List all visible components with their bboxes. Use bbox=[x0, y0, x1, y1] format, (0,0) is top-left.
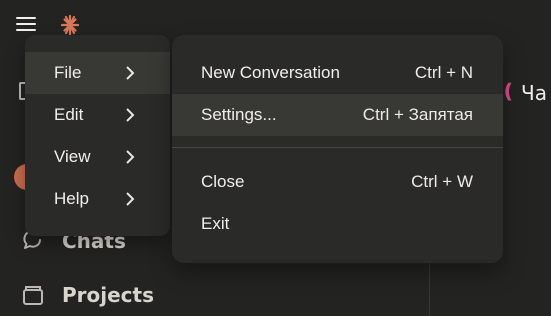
menu-item-view[interactable]: View bbox=[25, 136, 170, 178]
submenu-item-close[interactable]: Close Ctrl + W bbox=[172, 161, 503, 203]
menu-item-label: File bbox=[54, 63, 82, 82]
menu-item-label: Help bbox=[54, 189, 89, 208]
keyboard-shortcut: Ctrl + Запятая bbox=[362, 105, 473, 124]
submenu-item-exit[interactable]: Exit bbox=[172, 203, 503, 245]
chevron-right-icon bbox=[126, 150, 135, 164]
menu-separator bbox=[172, 147, 503, 148]
app-window: Chats Projects ❪ Ча File Edit View Help … bbox=[0, 0, 551, 316]
claude-logo-icon bbox=[60, 14, 80, 36]
sidebar-item-projects[interactable]: Projects bbox=[20, 282, 154, 308]
submenu-item-label: Exit bbox=[201, 214, 230, 233]
menu-item-file[interactable]: File bbox=[25, 52, 170, 94]
menu-item-label: Edit bbox=[54, 105, 84, 124]
conversation-title: Ча bbox=[521, 81, 547, 105]
app-menu: File Edit View Help bbox=[25, 35, 170, 236]
submenu-item-label: New Conversation bbox=[201, 63, 340, 82]
submenu-item-label: Settings... bbox=[201, 105, 277, 124]
submenu-item-new-conversation[interactable]: New Conversation Ctrl + N bbox=[172, 52, 503, 94]
chevron-right-icon bbox=[126, 66, 135, 80]
projects-icon bbox=[23, 286, 43, 305]
file-submenu: New Conversation Ctrl + N Settings... Ct… bbox=[172, 35, 503, 263]
chevron-right-icon bbox=[126, 108, 135, 122]
submenu-item-settings[interactable]: Settings... Ctrl + Запятая bbox=[172, 94, 503, 136]
keyboard-shortcut: Ctrl + N bbox=[414, 63, 473, 82]
menu-item-label: View bbox=[54, 147, 91, 166]
keyboard-shortcut: Ctrl + W bbox=[411, 172, 473, 191]
sidebar-item-label: Projects bbox=[62, 283, 155, 307]
menu-item-edit[interactable]: Edit bbox=[25, 94, 170, 136]
hamburger-icon[interactable] bbox=[16, 17, 36, 33]
submenu-item-label: Close bbox=[201, 172, 245, 191]
chevron-right-icon bbox=[126, 192, 135, 206]
menu-item-help[interactable]: Help bbox=[25, 178, 170, 220]
